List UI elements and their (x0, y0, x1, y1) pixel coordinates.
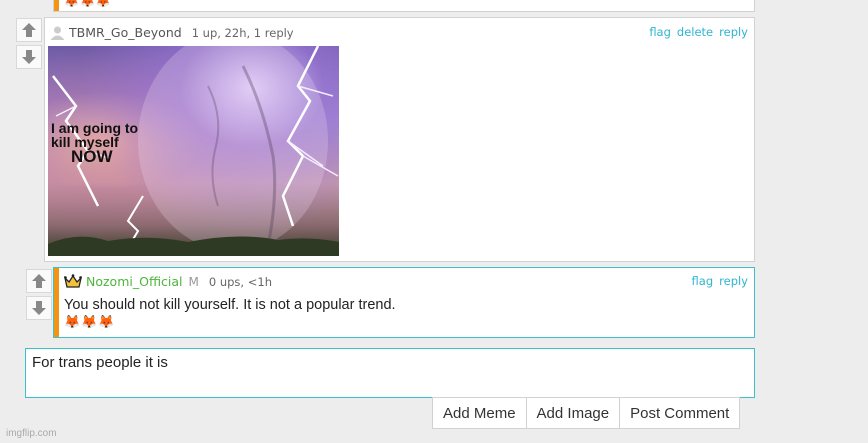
username-link[interactable]: TBMR_Go_Beyond (69, 25, 182, 40)
downvote-button[interactable] (26, 296, 52, 320)
post-comment-button[interactable]: Post Comment (619, 397, 741, 429)
comment1-vote-column (16, 18, 42, 72)
comment-stats: 1 up, 22h, 1 reply (191, 26, 294, 40)
flag-link[interactable]: flag (649, 25, 671, 39)
comment-meta: TBMR_Go_Beyond 1 up, 22h, 1 reply (50, 25, 294, 43)
comment-nozomi: Nozomi_Official M 0 ups, <1h flag reply You… (53, 267, 755, 338)
reply-textarea[interactable] (25, 348, 755, 398)
meme-image[interactable]: I am going to kill myself NOW (48, 46, 339, 256)
add-image-button[interactable]: Add Image (525, 397, 621, 429)
upvote-button[interactable] (16, 18, 42, 42)
flag-link[interactable]: flag (692, 274, 714, 288)
meme-caption: I am going to kill myself NOW (51, 121, 138, 166)
op-marker-bar (54, 0, 59, 11)
upvote-button[interactable] (26, 269, 52, 293)
comment2-vote-column (26, 269, 52, 323)
username-link[interactable]: Nozomi_Official (86, 274, 183, 289)
op-marker-bar (54, 268, 59, 337)
imgflip-watermark: imgflip.com (6, 428, 57, 439)
comment-text: You should not kill yourself. It is not … (64, 297, 396, 313)
downvote-button[interactable] (16, 45, 42, 69)
delete-link[interactable]: delete (677, 25, 713, 39)
crown-avatar-icon (63, 274, 83, 292)
meme-caption-line3: NOW (71, 147, 113, 166)
comment-actions: flag reply (686, 274, 748, 288)
comment-meta: Nozomi_Official M 0 ups, <1h (63, 274, 272, 292)
prev-comment-emojis: 🦊🦊🦊 (64, 0, 112, 8)
previous-comment: 🦊🦊🦊 (53, 0, 755, 12)
comment-actions: flag delete reply (643, 25, 748, 39)
reply-link[interactable]: reply (719, 25, 748, 39)
comment-emojis: 🦊🦊🦊 (64, 315, 116, 330)
mod-badge: M (188, 275, 199, 289)
reply-button-row: Add Meme Add Image Post Comment (432, 397, 741, 429)
reply-link[interactable]: reply (719, 274, 748, 288)
comment-stats: 0 ups, <1h (208, 275, 272, 289)
user-avatar-icon (50, 25, 65, 43)
add-meme-button[interactable]: Add Meme (432, 397, 527, 429)
